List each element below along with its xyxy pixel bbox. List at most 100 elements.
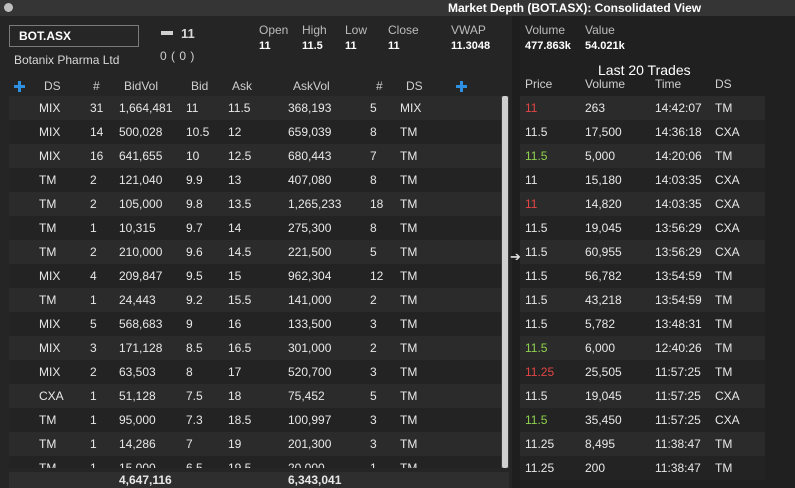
trade-row[interactable]: 11.5 5,000 14:20:06 TM <box>520 144 765 168</box>
add-ask-source-icon[interactable] <box>456 81 467 92</box>
col-askvol[interactable]: AskVol <box>293 79 330 93</box>
depth-cell-ask-ds: TM <box>400 293 418 307</box>
depth-cell-bidvol: 24,443 <box>119 293 156 307</box>
depth-scrollbar[interactable] <box>501 96 509 468</box>
trade-row[interactable]: 11.25 25,505 11:57:25 TM <box>520 360 765 384</box>
depth-cell-bid-count: 2 <box>90 365 97 379</box>
window-menu-icon[interactable] <box>4 3 13 12</box>
depth-cell-bid-count: 2 <box>90 173 97 187</box>
col-ask-ds[interactable]: DS <box>406 79 423 93</box>
depth-cell-ask-ds: TM <box>400 437 418 451</box>
trade-cell-volume: 19,045 <box>585 221 622 235</box>
scroll-thumb[interactable] <box>502 96 508 468</box>
trade-cell-price: 11.5 <box>525 125 548 139</box>
trade-row[interactable]: 11 14,820 14:03:35 CXA <box>520 192 765 216</box>
depth-row[interactable]: TM 1 15,000 6.5 19.5 20,000 1 TM <box>9 456 501 468</box>
depth-cell-ask-count: 1 <box>370 461 377 468</box>
trade-row[interactable]: 11.25 8,495 11:38:47 TM <box>520 432 765 456</box>
depth-cell-askvol: 520,700 <box>288 365 332 379</box>
trade-row[interactable]: 11.5 17,500 14:36:18 CXA <box>520 120 765 144</box>
trade-cell-volume: 5,782 <box>585 317 616 331</box>
trades-panel: Volume 477.863k Value 54.021k Last 20 Tr… <box>520 16 795 488</box>
col-trade-volume[interactable]: Volume <box>585 77 625 91</box>
trade-row[interactable]: 11.5 56,782 13:54:59 TM <box>520 264 765 288</box>
depth-cell-bidvol: 210,000 <box>119 245 163 259</box>
depth-cell-bidvol: 15,000 <box>119 461 156 468</box>
trade-row[interactable]: 11.5 60,955 13:56:29 CXA <box>520 240 765 264</box>
trade-cell-ds: TM <box>715 293 733 307</box>
depth-row[interactable]: MIX 4 209,847 9.5 15 962,304 12 TM <box>9 264 501 288</box>
col-trade-time[interactable]: Time <box>655 77 681 91</box>
trade-cell-ds: CXA <box>715 245 740 259</box>
depth-row[interactable]: TM 1 10,315 9.7 14 275,300 8 TM <box>9 216 501 240</box>
depth-row[interactable]: TM 1 24,443 9.2 15.5 141,000 2 TM <box>9 288 501 312</box>
trade-row[interactable]: 11.5 19,045 13:56:29 CXA <box>520 216 765 240</box>
depth-cell-ask-ds: TM <box>400 269 418 283</box>
col-bid-ds[interactable]: DS <box>44 79 61 93</box>
depth-cell-bid: 7 <box>186 437 193 451</box>
depth-cell-ask: 16 <box>228 317 242 331</box>
trade-cell-time: 11:57:25 <box>655 365 701 379</box>
col-bid[interactable]: Bid <box>191 79 208 93</box>
depth-row[interactable]: CXA 1 51,128 7.5 18 75,452 5 TM <box>9 384 501 408</box>
depth-cell-ask-count: 8 <box>370 125 377 139</box>
trade-cell-price: 11.5 <box>525 269 548 283</box>
col-trade-price[interactable]: Price <box>525 77 552 91</box>
depth-cell-ask: 18 <box>228 389 242 403</box>
trade-cell-ds: TM <box>715 341 733 355</box>
depth-cell-bidvol: 641,655 <box>119 149 163 163</box>
trade-row[interactable]: 11.5 35,450 11:57:25 CXA <box>520 408 765 432</box>
depth-cell-ask-ds: TM <box>400 197 418 211</box>
stat-open: Open 11 <box>259 23 289 52</box>
depth-row[interactable]: TM 1 95,000 7.3 18.5 100,997 3 TM <box>9 408 501 432</box>
depth-row[interactable]: TM 2 105,000 9.8 13.5 1,265,233 18 TM <box>9 192 501 216</box>
trade-cell-volume: 25,505 <box>585 365 622 379</box>
depth-cell-bid: 9.5 <box>186 269 203 283</box>
depth-cell-ask: 12.5 <box>228 149 252 163</box>
depth-row[interactable]: TM 2 121,040 9.9 13 407,080 8 TM <box>9 168 501 192</box>
col-trade-ds[interactable]: DS <box>715 77 732 91</box>
depth-cell-bid: 10.5 <box>186 125 210 139</box>
depth-cell-askvol: 680,443 <box>288 149 332 163</box>
company-name: Botanix Pharma Ltd <box>14 53 120 67</box>
depth-row[interactable]: TM 1 14,286 7 19 201,300 3 TM <box>9 432 501 456</box>
depth-cell-bid-count: 1 <box>90 221 97 235</box>
depth-row[interactable]: MIX 2 63,503 8 17 520,700 3 TM <box>9 360 501 384</box>
trade-row[interactable]: 11.5 6,000 12:40:26 TM <box>520 336 765 360</box>
trade-cell-price: 11.5 <box>525 413 548 427</box>
col-ask-count[interactable]: # <box>376 79 383 93</box>
depth-row[interactable]: MIX 31 1,664,481 11 11.5 368,193 5 MIX <box>9 96 501 120</box>
depth-cell-askvol: 962,304 <box>288 269 332 283</box>
title-bar: Market Depth (BOT.ASX): Consolidated Vie… <box>0 0 795 16</box>
trade-row[interactable]: 11.5 43,218 13:54:59 TM <box>520 288 765 312</box>
trade-cell-price: 11 <box>525 197 538 211</box>
depth-cell-bid-count: 2 <box>90 245 97 259</box>
window-title: Market Depth (BOT.ASX): Consolidated Vie… <box>448 1 702 15</box>
trade-row[interactable]: 11.25 200 11:38:47 TM <box>520 456 765 480</box>
depth-cell-ask-count: 5 <box>370 389 377 403</box>
trade-row[interactable]: 11 263 14:42:07 TM <box>520 96 765 120</box>
trade-row[interactable]: 11.5 5,782 13:48:31 TM <box>520 312 765 336</box>
add-bid-source-icon[interactable] <box>14 81 25 92</box>
trade-cell-time: 11:38:47 <box>655 437 701 451</box>
col-ask[interactable]: Ask <box>232 79 252 93</box>
depth-row[interactable]: MIX 14 500,028 10.5 12 659,039 8 TM <box>9 120 501 144</box>
depth-cell-bid: 7.5 <box>186 389 203 403</box>
depth-row[interactable]: MIX 16 641,655 10 12.5 680,443 7 TM <box>9 144 501 168</box>
col-bidvol[interactable]: BidVol <box>124 79 158 93</box>
depth-cell-bid-ds: MIX <box>39 269 61 283</box>
depth-cell-bid-ds: TM <box>39 413 57 427</box>
price-change-detail: 0 ( 0 ) <box>160 49 195 63</box>
trades-title: Last 20 Trades <box>598 62 691 78</box>
trade-row[interactable]: 11.5 19,045 11:57:25 CXA <box>520 384 765 408</box>
depth-cell-askvol: 201,300 <box>288 437 332 451</box>
depth-row[interactable]: TM 2 210,000 9.6 14.5 221,500 5 TM <box>9 240 501 264</box>
trade-row[interactable]: 11 15,180 14:03:35 CXA <box>520 168 765 192</box>
depth-row[interactable]: MIX 5 568,683 9 16 133,500 3 TM <box>9 312 501 336</box>
col-bid-count[interactable]: # <box>93 79 100 93</box>
depth-cell-bid-count: 31 <box>90 101 104 115</box>
depth-cell-bidvol: 14,286 <box>119 437 156 451</box>
symbol-input[interactable]: BOT.ASX <box>9 25 139 47</box>
trade-cell-time: 14:36:18 <box>655 125 702 139</box>
depth-row[interactable]: MIX 3 171,128 8.5 16.5 301,000 2 TM <box>9 336 501 360</box>
